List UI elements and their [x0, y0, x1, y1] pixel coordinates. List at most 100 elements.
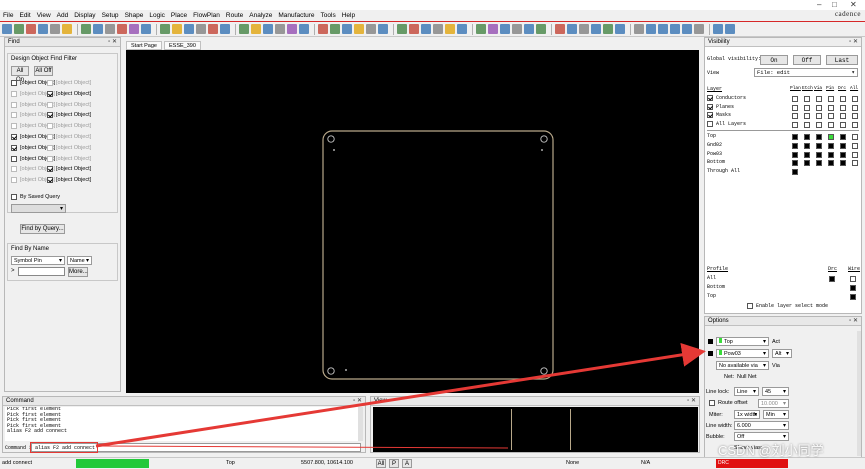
toolbar-icon[interactable]	[275, 24, 285, 34]
maximize-icon[interactable]: □	[832, 0, 837, 9]
close-icon[interactable]: ✕	[850, 0, 857, 9]
checkbox-box[interactable]	[47, 80, 53, 86]
checkbox-box[interactable]	[747, 303, 753, 309]
visibility-checkbox[interactable]	[828, 113, 834, 119]
visibility-group-conductors[interactable]: Conductors	[707, 95, 746, 101]
panel-close-icon[interactable]: ▫ ✕	[849, 317, 858, 326]
toolbar-icon[interactable]	[591, 24, 601, 34]
find-object-shapes[interactable]: [object Object]	[47, 90, 91, 97]
checkbox-box[interactable]	[11, 134, 17, 140]
global-last-button[interactable]: Last	[826, 55, 858, 65]
toolbar-icon[interactable]	[670, 24, 680, 34]
menu-item-logic[interactable]: Logic	[149, 12, 165, 19]
layer-color-swatch[interactable]	[852, 160, 858, 167]
profile-wire-swatch[interactable]	[850, 285, 856, 291]
toolbar-icon[interactable]	[81, 24, 91, 34]
toolbar-icon[interactable]	[93, 24, 103, 34]
layer-color-swatch[interactable]	[792, 134, 798, 140]
visibility-checkbox[interactable]	[852, 104, 858, 111]
menu-item-setup[interactable]: Setup	[102, 12, 119, 19]
toolbar-icon[interactable]	[421, 24, 431, 34]
layer-color-swatch[interactable]	[840, 151, 846, 158]
find-by-query-button[interactable]: Find by Query...	[20, 224, 65, 234]
layer-color-swatch[interactable]	[840, 134, 846, 140]
toolbar-icon[interactable]	[579, 24, 589, 34]
toolbar-icon[interactable]	[330, 24, 340, 34]
visibility-checkbox[interactable]	[804, 121, 810, 128]
find-object-cline-segs[interactable]: [object Object]	[47, 112, 91, 119]
layer-color-swatch[interactable]	[804, 160, 810, 167]
toolbar-icon[interactable]	[287, 24, 297, 34]
layer-color-swatch[interactable]	[804, 134, 810, 140]
toolbar-icon[interactable]	[555, 24, 565, 34]
toolbar-icon[interactable]	[184, 24, 194, 34]
visibility-checkbox[interactable]	[852, 113, 858, 119]
find-object-drc-errors[interactable]: [object Object]	[47, 144, 91, 151]
route-offset-input[interactable]: 10.000	[758, 399, 789, 408]
find-name-input[interactable]	[18, 267, 65, 276]
layer-color-swatch[interactable]	[852, 142, 858, 149]
checkbox-box[interactable]	[47, 155, 53, 162]
menu-item-route[interactable]: Route	[226, 12, 243, 19]
checkbox-box[interactable]	[11, 90, 17, 97]
visibility-checkbox[interactable]	[816, 104, 822, 111]
layer-color-swatch[interactable]	[840, 142, 846, 149]
panel-close-icon[interactable]: ▫ ✕	[353, 397, 362, 406]
layer-color-swatch[interactable]	[840, 160, 846, 167]
toolbar-icon[interactable]	[2, 24, 12, 34]
checkbox-box[interactable]	[47, 112, 53, 119]
toolbar-icon[interactable]	[713, 24, 723, 34]
visibility-checkbox[interactable]	[828, 96, 834, 102]
layer-color-swatch[interactable]	[816, 160, 822, 167]
checkbox-box[interactable]	[707, 103, 713, 110]
toolbar-icon[interactable]	[14, 24, 24, 34]
miter-mode-select[interactable]: Min	[763, 410, 789, 419]
menu-item-display[interactable]: Display	[74, 12, 95, 19]
profile-wire-swatch[interactable]	[850, 294, 856, 300]
checkbox-box[interactable]	[707, 95, 713, 101]
route-offset-checkbox[interactable]: Route offset	[709, 400, 748, 406]
line-lock-type-select[interactable]: Line	[734, 387, 759, 396]
saved-query-select[interactable]	[11, 204, 66, 213]
toolbar-icon[interactable]	[476, 24, 486, 34]
menu-item-shape[interactable]: Shape	[125, 12, 144, 19]
tab-design[interactable]: ESSE_390	[164, 41, 201, 50]
toolbar-icon[interactable]	[646, 24, 656, 34]
checkbox-box[interactable]	[11, 144, 17, 151]
design-canvas[interactable]	[126, 50, 699, 393]
checkbox-box[interactable]	[47, 90, 53, 97]
menu-item-view[interactable]: View	[37, 12, 51, 19]
act-layer-select[interactable]: Top	[716, 337, 769, 346]
toolbar-icon[interactable]	[445, 24, 455, 34]
more-button[interactable]: More...	[68, 267, 88, 277]
layer-color-swatch[interactable]	[816, 134, 822, 140]
menu-item-help[interactable]: Help	[342, 12, 355, 19]
menu-item-flowplan[interactable]: FlowPlan	[193, 12, 220, 19]
visibility-checkbox[interactable]	[840, 113, 846, 119]
menu-item-manufacture[interactable]: Manufacture	[278, 12, 314, 19]
panel-close-icon[interactable]: ▫ ✕	[849, 38, 858, 47]
toolbar-icon[interactable]	[50, 24, 60, 34]
toolbar-icon[interactable]	[457, 24, 467, 34]
panel-close-icon[interactable]: ▫ ✕	[108, 38, 117, 47]
checkbox-box[interactable]	[47, 144, 53, 151]
find-object-text[interactable]: [object Object]	[47, 155, 91, 162]
visibility-checkbox[interactable]	[792, 121, 798, 128]
all-off-button[interactable]: All Off	[34, 66, 53, 76]
visibility-checkbox[interactable]	[792, 104, 798, 111]
layer-color-swatch[interactable]	[828, 134, 834, 140]
toolbar-icon[interactable]	[342, 24, 352, 34]
layer-color-swatch[interactable]	[792, 160, 798, 167]
visibility-checkbox[interactable]	[840, 96, 846, 102]
toolbar-icon[interactable]	[263, 24, 273, 34]
toolbar-icon[interactable]	[725, 24, 735, 34]
profile-wire-swatch[interactable]	[850, 276, 856, 282]
toolbar-icon[interactable]	[117, 24, 127, 34]
checkbox-box[interactable]	[709, 400, 715, 406]
toolbar-icon[interactable]	[524, 24, 534, 34]
checkbox-box[interactable]	[47, 177, 53, 184]
menu-item-file[interactable]: File	[3, 12, 13, 19]
toolbar-icon[interactable]	[105, 24, 115, 34]
layer-color-swatch[interactable]	[852, 134, 858, 140]
toolbar-icon[interactable]	[694, 24, 704, 34]
